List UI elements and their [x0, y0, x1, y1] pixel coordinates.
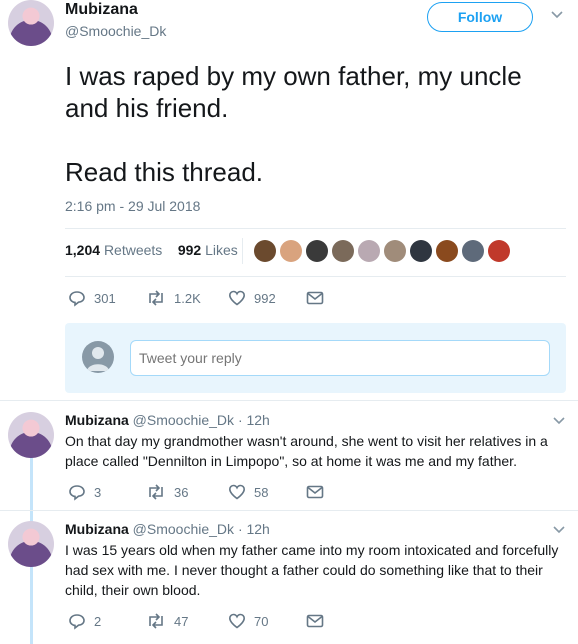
liker-avatar[interactable]: [306, 240, 328, 262]
likes-count[interactable]: 992: [178, 242, 201, 258]
retweet-count: 47: [174, 613, 189, 629]
retweet-action[interactable]: 47: [146, 612, 188, 630]
dm-action[interactable]: [306, 290, 324, 306]
retweet-icon: [149, 613, 163, 629]
liker-avatar[interactable]: [358, 240, 380, 262]
liker-avatar[interactable]: [436, 240, 458, 262]
avatar[interactable]: [8, 412, 54, 458]
user-avatar: [82, 341, 114, 373]
divider: [65, 228, 566, 229]
chevron-down-icon[interactable]: [552, 414, 566, 428]
liker-avatar[interactable]: [384, 240, 406, 262]
author-name[interactable]: Mubizana: [65, 521, 129, 537]
heart-icon: [228, 290, 246, 306]
liker-avatar[interactable]: [488, 240, 510, 262]
liker-avatar[interactable]: [280, 240, 302, 262]
tweet-text: I was raped by my own father, my uncle a…: [65, 61, 522, 187]
retweet-action[interactable]: 1.2K: [146, 289, 201, 307]
reply-count: 301: [94, 290, 116, 306]
author-handle[interactable]: @Smoochie_Dk: [65, 22, 166, 40]
retweets-count[interactable]: 1,204: [65, 242, 100, 258]
retweet-icon: [149, 484, 163, 500]
follow-button[interactable]: Follow: [427, 2, 533, 32]
dm-action[interactable]: [306, 613, 324, 629]
chevron-down-icon[interactable]: [552, 523, 566, 537]
reply-text: I was 15 years old when my father came i…: [65, 542, 559, 598]
heart-icon: [228, 484, 246, 500]
reply-action[interactable]: 2: [68, 612, 101, 630]
reply-text: On that day my grandmother wasn't around…: [65, 433, 548, 469]
author-handle[interactable]: @Smoochie_Dk: [133, 521, 234, 537]
retweet-icon: [149, 290, 163, 306]
like-action[interactable]: 70: [228, 612, 268, 630]
reply-icon: [69, 614, 85, 630]
stats-separator: [242, 238, 243, 264]
like-count: 992: [254, 290, 276, 306]
retweet-action[interactable]: 36: [146, 483, 188, 501]
heart-icon: [228, 613, 246, 629]
reply-time[interactable]: · 12h: [238, 412, 270, 428]
retweet-count: 36: [174, 484, 189, 500]
author-handle[interactable]: @Smoochie_Dk: [133, 412, 234, 428]
avatar[interactable]: [8, 521, 54, 567]
reply-action[interactable]: 3: [68, 483, 101, 501]
avatar[interactable]: [8, 0, 54, 46]
liker-avatar[interactable]: [254, 240, 276, 262]
reply-icon: [69, 485, 85, 501]
divider: [65, 276, 566, 277]
like-count: 58: [254, 484, 269, 500]
reply-icon: [69, 291, 85, 307]
like-count: 70: [254, 613, 269, 629]
author-name[interactable]: Mubizana: [65, 0, 138, 20]
retweet-count: 1.2K: [174, 290, 201, 306]
reply-input[interactable]: [130, 340, 550, 376]
reply-action[interactable]: 301: [68, 289, 116, 307]
reply-header: Mubizana @Smoochie_Dk · 12h: [65, 412, 270, 428]
liker-avatar[interactable]: [462, 240, 484, 262]
reply-header: Mubizana @Smoochie_Dk · 12h: [65, 521, 270, 537]
reply-count: 3: [94, 484, 102, 500]
tweet-timestamp[interactable]: 2:16 pm - 29 Jul 2018: [65, 198, 200, 214]
dm-action[interactable]: [306, 484, 324, 500]
liker-avatar[interactable]: [332, 240, 354, 262]
like-action[interactable]: 58: [228, 483, 268, 501]
divider: [0, 400, 578, 401]
like-action[interactable]: 992: [228, 289, 276, 307]
divider: [0, 510, 578, 511]
likes-label[interactable]: Likes: [205, 242, 238, 258]
reply-count: 2: [94, 613, 102, 629]
envelope-icon: [306, 291, 324, 305]
author-name[interactable]: Mubizana: [65, 412, 129, 428]
liker-avatar[interactable]: [410, 240, 432, 262]
envelope-icon: [306, 614, 324, 628]
reply-time[interactable]: · 12h: [238, 521, 270, 537]
retweets-label[interactable]: Retweets: [104, 242, 162, 258]
envelope-icon: [306, 485, 324, 499]
chevron-down-icon[interactable]: [550, 8, 564, 22]
tweet-stats: 1,204 Retweets 992 Likes: [65, 242, 238, 258]
